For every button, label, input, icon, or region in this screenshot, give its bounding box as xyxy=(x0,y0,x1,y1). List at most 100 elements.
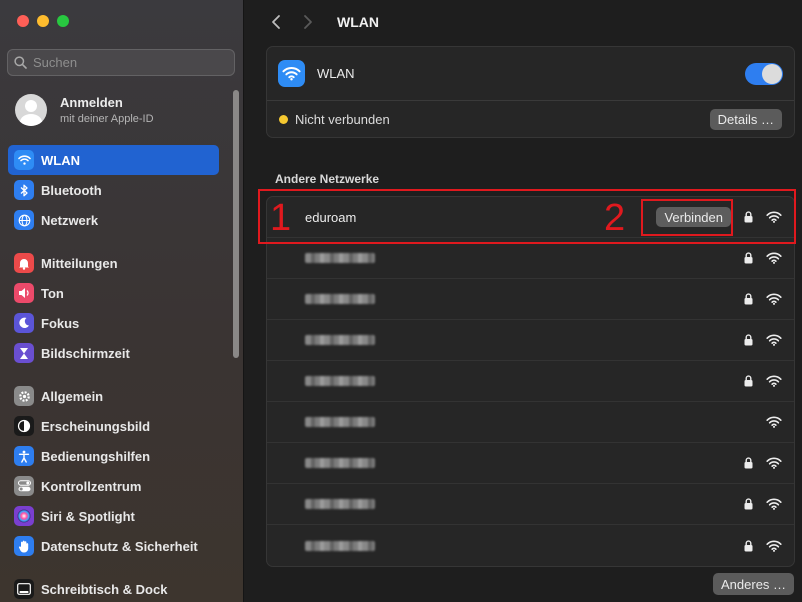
sidebar-item-datenschutz-sicherheit[interactable]: Datenschutz & Sicherheit xyxy=(8,531,219,561)
bell-icon xyxy=(14,253,34,273)
sidebar-group: Schreibtisch & Dock xyxy=(8,574,219,602)
sidebar-item-fokus[interactable]: Fokus xyxy=(8,308,219,338)
annotation-number-1: 1 xyxy=(270,197,292,239)
chevron-right-icon xyxy=(304,15,312,29)
back-button[interactable] xyxy=(265,11,287,33)
sidebar-item-siri-spotlight[interactable]: Siri & Spotlight xyxy=(8,501,219,531)
page-title: WLAN xyxy=(337,14,379,30)
sidebar-item-bluetooth[interactable]: Bluetooth xyxy=(8,175,219,205)
lock-icon xyxy=(740,457,756,469)
moon-icon xyxy=(14,313,34,333)
bluetooth-icon xyxy=(14,180,34,200)
gear-icon xyxy=(14,386,34,406)
wifi-toggle[interactable] xyxy=(745,62,783,85)
details-button[interactable]: Details … xyxy=(709,108,782,130)
network-name xyxy=(305,540,375,551)
sidebar-item-label: Erscheinungsbild xyxy=(41,418,151,434)
sidebar-item-label: Bedienungshilfen xyxy=(41,448,151,464)
lock-icon xyxy=(740,498,756,510)
account-subtitle: mit deiner Apple-ID xyxy=(60,113,154,125)
status-dot xyxy=(279,114,288,124)
network-row[interactable] xyxy=(267,361,794,402)
search-field[interactable] xyxy=(7,49,235,76)
network-row[interactable] xyxy=(267,402,794,443)
sidebar-item-label: Kontrollzentrum xyxy=(41,478,142,494)
main-pane: WLAN WLAN Nicht verbunden Details … Ande… xyxy=(245,0,802,602)
sidebar-group: Mitteilungen Ton Fokus Bildschirmzeit xyxy=(8,248,219,368)
sidebar-item-erscheinungsbild[interactable]: Erscheinungsbild xyxy=(8,411,219,441)
accessibility-icon xyxy=(14,446,34,466)
network-name xyxy=(305,335,375,345)
siri-icon xyxy=(14,506,34,526)
network-row[interactable] xyxy=(267,525,794,566)
chevron-left-icon xyxy=(272,15,280,29)
annotation-number-2: 2 xyxy=(604,197,626,239)
wifi-signal-icon xyxy=(764,293,784,305)
wifi-signal-icon xyxy=(764,375,784,387)
sidebar-item-label: Ton xyxy=(41,285,64,301)
sidebar-item-schreibtisch-dock[interactable]: Schreibtisch & Dock xyxy=(8,574,219,602)
sidebar-item-kontrollzentrum[interactable]: Kontrollzentrum xyxy=(8,471,219,501)
sidebar-scrollbar[interactable] xyxy=(233,90,239,358)
sidebar: Anmelden mit deiner Apple-ID WLAN Bluetoo… xyxy=(0,0,244,602)
network-row[interactable] xyxy=(267,443,794,484)
minimize-window-button[interactable] xyxy=(37,15,49,27)
sidebar-item-ton[interactable]: Ton xyxy=(8,278,219,308)
network-name xyxy=(305,376,375,386)
sidebar-item-bedienungshilfen[interactable]: Bedienungshilfen xyxy=(8,441,219,471)
network-row[interactable] xyxy=(267,320,794,361)
network-row[interactable] xyxy=(267,484,794,525)
network-row[interactable] xyxy=(267,238,794,279)
search-icon xyxy=(14,56,27,69)
sidebar-item-label: Datenschutz & Sicherheit xyxy=(41,538,198,554)
network-row[interactable] xyxy=(267,279,794,320)
account-title: Anmelden xyxy=(60,95,123,110)
wifi-icon xyxy=(282,67,301,81)
wifi-icon xyxy=(14,150,34,170)
sidebar-item-netzwerk[interactable]: Netzwerk xyxy=(8,205,219,235)
other-networks-heading: Andere Netzwerke xyxy=(275,172,380,186)
lock-icon xyxy=(740,539,756,552)
network-name xyxy=(305,253,375,263)
lock-icon xyxy=(740,252,756,264)
wifi-status: Nicht verbunden xyxy=(295,111,390,127)
avatar xyxy=(15,94,47,126)
apple-id-account[interactable]: Anmelden mit deiner Apple-ID xyxy=(15,94,154,126)
sidebar-item-label: Bildschirmzeit xyxy=(41,345,130,361)
network-name xyxy=(305,499,375,509)
toggles-icon xyxy=(14,476,34,496)
lock-icon xyxy=(740,334,756,346)
wifi-toggle-row: WLAN xyxy=(267,47,794,101)
network-name xyxy=(305,417,375,427)
sidebar-item-bildschirmzeit[interactable]: Bildschirmzeit xyxy=(8,338,219,368)
sidebar-item-label: Bluetooth xyxy=(41,182,102,198)
sidebar-item-wlan[interactable]: WLAN xyxy=(8,145,219,175)
sidebar-item-label: Schreibtisch & Dock xyxy=(41,581,168,597)
dock-icon xyxy=(14,579,34,599)
wifi-status-row: Nicht verbunden Details … xyxy=(267,101,794,137)
sidebar-item-mitteilungen[interactable]: Mitteilungen xyxy=(8,248,219,278)
sidebar-item-allgemein[interactable]: Allgemein xyxy=(8,381,219,411)
sidebar-item-label: Fokus xyxy=(41,315,80,331)
toolbar: WLAN xyxy=(245,0,802,44)
other-network-button[interactable]: Anderes … xyxy=(713,573,795,595)
hourglass-icon xyxy=(14,343,34,363)
wifi-signal-icon xyxy=(764,334,784,346)
wifi-badge xyxy=(278,60,305,87)
network-name xyxy=(305,294,375,304)
zoom-window-button[interactable] xyxy=(57,15,69,27)
sidebar-group: WLAN Bluetooth Netzwerk xyxy=(8,145,219,235)
wifi-signal-icon xyxy=(764,540,784,552)
wifi-card: WLAN Nicht verbunden Details … xyxy=(266,46,795,138)
forward-button[interactable] xyxy=(297,11,319,33)
toggle-knob xyxy=(762,63,782,84)
wifi-signal-icon xyxy=(764,457,784,469)
sidebar-item-label: Mitteilungen xyxy=(41,255,118,271)
lock-icon xyxy=(740,293,756,305)
appearance-icon xyxy=(14,416,34,436)
network-list: eduroam Verbinden xyxy=(266,196,795,567)
close-window-button[interactable] xyxy=(17,15,29,27)
search-input[interactable] xyxy=(33,55,223,70)
sidebar-item-label: Allgemein xyxy=(41,388,104,404)
wifi-signal-icon xyxy=(764,498,784,510)
